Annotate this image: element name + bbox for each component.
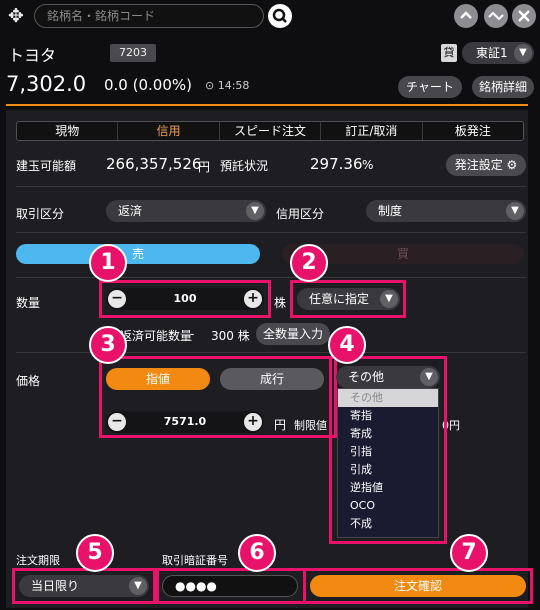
price-label: 価格 [16, 374, 41, 388]
buying-power-label: 建玉可能額 [16, 159, 77, 173]
chevron-down-icon: ▼ [420, 368, 438, 386]
divider [16, 277, 526, 278]
tab-modify-cancel[interactable]: 訂正/取消 [321, 122, 423, 140]
price-time: ⊙ 14:58 [205, 79, 249, 92]
quantity-value: 100 [173, 292, 197, 305]
marker-4: 4 [328, 326, 366, 364]
dropdown-option[interactable]: 引成 [338, 461, 438, 479]
price-time-value: 14:58 [217, 79, 250, 92]
lendable-badge: 貸 [441, 44, 457, 62]
quantity-unit: 株 [274, 296, 287, 310]
marker-7: 7 [450, 534, 488, 572]
chevron-down-icon: ▼ [506, 202, 524, 220]
chart-button[interactable]: チャート [398, 76, 462, 98]
trade-type-label: 取引区分 [16, 207, 65, 221]
move-icon[interactable]: ✥ [6, 6, 26, 26]
order-tabs: 現物 信用 スピード注文 訂正/取消 板発注 [16, 121, 524, 141]
expiry-label: 注文期限 [16, 554, 60, 567]
market-order-button[interactable]: 成行 [220, 368, 324, 390]
search-input[interactable]: 銘柄名・銘柄コード [34, 4, 264, 28]
dropdown-option[interactable]: 引指 [338, 443, 438, 461]
chevron-down-icon: ▼ [246, 202, 264, 220]
margin-status-unit: % [362, 158, 374, 172]
price-unit: 円 [274, 418, 287, 432]
stock-code-badge: 7203 [110, 44, 156, 62]
quantity-mode-value: 任意に指定 [309, 292, 370, 306]
chevron-up-icon[interactable] [454, 4, 478, 28]
tab-spot[interactable]: 現物 [17, 122, 119, 140]
order-confirm-button[interactable]: 注文確認 [310, 575, 526, 597]
marker-5: 5 [76, 534, 114, 572]
trade-type-select[interactable]: 返済 ▼ [106, 200, 266, 222]
expiry-value: 当日限り [31, 579, 80, 593]
price-stepper[interactable]: − 7571.0 + [106, 411, 264, 433]
header-divider [6, 104, 528, 106]
search-icon[interactable] [268, 4, 292, 28]
trade-type-value: 返済 [118, 204, 143, 218]
plus-icon[interactable]: + [244, 290, 262, 308]
other-order-value: その他 [348, 370, 385, 384]
other-order-select[interactable]: その他 ▼ [336, 366, 440, 388]
divider [16, 232, 526, 233]
order-settings-label: 発注設定 [454, 158, 503, 172]
chevron-down-icon: ▼ [380, 290, 398, 308]
tab-margin[interactable]: 信用 [118, 122, 220, 140]
stock-name: トヨタ [8, 46, 57, 65]
gear-icon: ⚙ [506, 158, 518, 172]
swap-arrows-icon[interactable] [484, 4, 508, 28]
pin-input[interactable]: ●●●● [162, 575, 298, 597]
chevron-down-icon: ▼ [129, 577, 147, 595]
marker-2: 2 [290, 244, 328, 282]
sell-button[interactable]: 売 [16, 244, 260, 264]
close-icon[interactable] [512, 4, 536, 28]
dropdown-option[interactable]: 不成 [338, 515, 438, 533]
marker-1: 1 [89, 244, 127, 282]
credit-type-value: 制度 [378, 204, 403, 218]
order-settings-button[interactable]: 発注設定 ⚙ [446, 154, 526, 176]
closable-qty-label: 返済可能数量 [120, 329, 193, 343]
exchange-select[interactable]: 東証1 ▼ [462, 42, 534, 64]
plus-icon[interactable]: + [244, 413, 262, 431]
closable-qty-value: 300 株 [211, 329, 250, 343]
price-limit-range-label: 制限値 [294, 419, 327, 432]
dropdown-option[interactable]: 寄指 [338, 407, 438, 425]
price-change: 0.0 (0.00%) [104, 76, 192, 94]
clock-icon: ⊙ [205, 79, 215, 92]
buying-power-value: 266,357,526 [106, 155, 202, 173]
limit-order-button[interactable]: 指値 [106, 368, 210, 390]
tab-board-order[interactable]: 板発注 [423, 122, 523, 140]
exchange-label: 東証1 [476, 46, 508, 60]
pin-label: 取引暗証番号 [162, 554, 228, 567]
margin-status-value: 297.36 [310, 155, 363, 173]
quantity-label: 数量 [16, 296, 41, 310]
all-quantity-button[interactable]: 全数量入力 [256, 323, 330, 345]
marker-3: 3 [89, 326, 127, 364]
stock-detail-button[interactable]: 銘柄詳細 [472, 76, 534, 98]
dropdown-option[interactable]: 寄成 [338, 425, 438, 443]
minus-icon[interactable]: − [108, 413, 126, 431]
credit-type-select[interactable]: 制度 ▼ [366, 200, 526, 222]
margin-status-label: 預託状況 [220, 159, 269, 173]
credit-type-label: 信用区分 [276, 207, 325, 221]
buying-power-unit: 円 [198, 160, 211, 174]
other-order-dropdown: その他 寄指 寄成 引指 引成 逆指値 OCO 不成 [337, 388, 439, 538]
closable-qty-dash: - [190, 327, 195, 341]
marker-6: 6 [238, 534, 276, 572]
chevron-down-icon: ▼ [514, 44, 532, 62]
price-value: 7571.0 [163, 415, 207, 428]
dropdown-option[interactable]: OCO [338, 497, 438, 515]
expiry-select[interactable]: 当日限り ▼ [19, 575, 149, 597]
quantity-stepper[interactable]: − 100 + [106, 288, 264, 310]
minus-icon[interactable]: − [108, 290, 126, 308]
current-price: 7,302.0 [6, 72, 87, 96]
dropdown-option[interactable]: 逆指値 [338, 479, 438, 497]
dropdown-option[interactable]: その他 [338, 389, 438, 407]
tab-speed-order[interactable]: スピード注文 [220, 122, 322, 140]
quantity-mode-select[interactable]: 任意に指定 ▼ [297, 288, 400, 310]
divider [16, 186, 526, 187]
